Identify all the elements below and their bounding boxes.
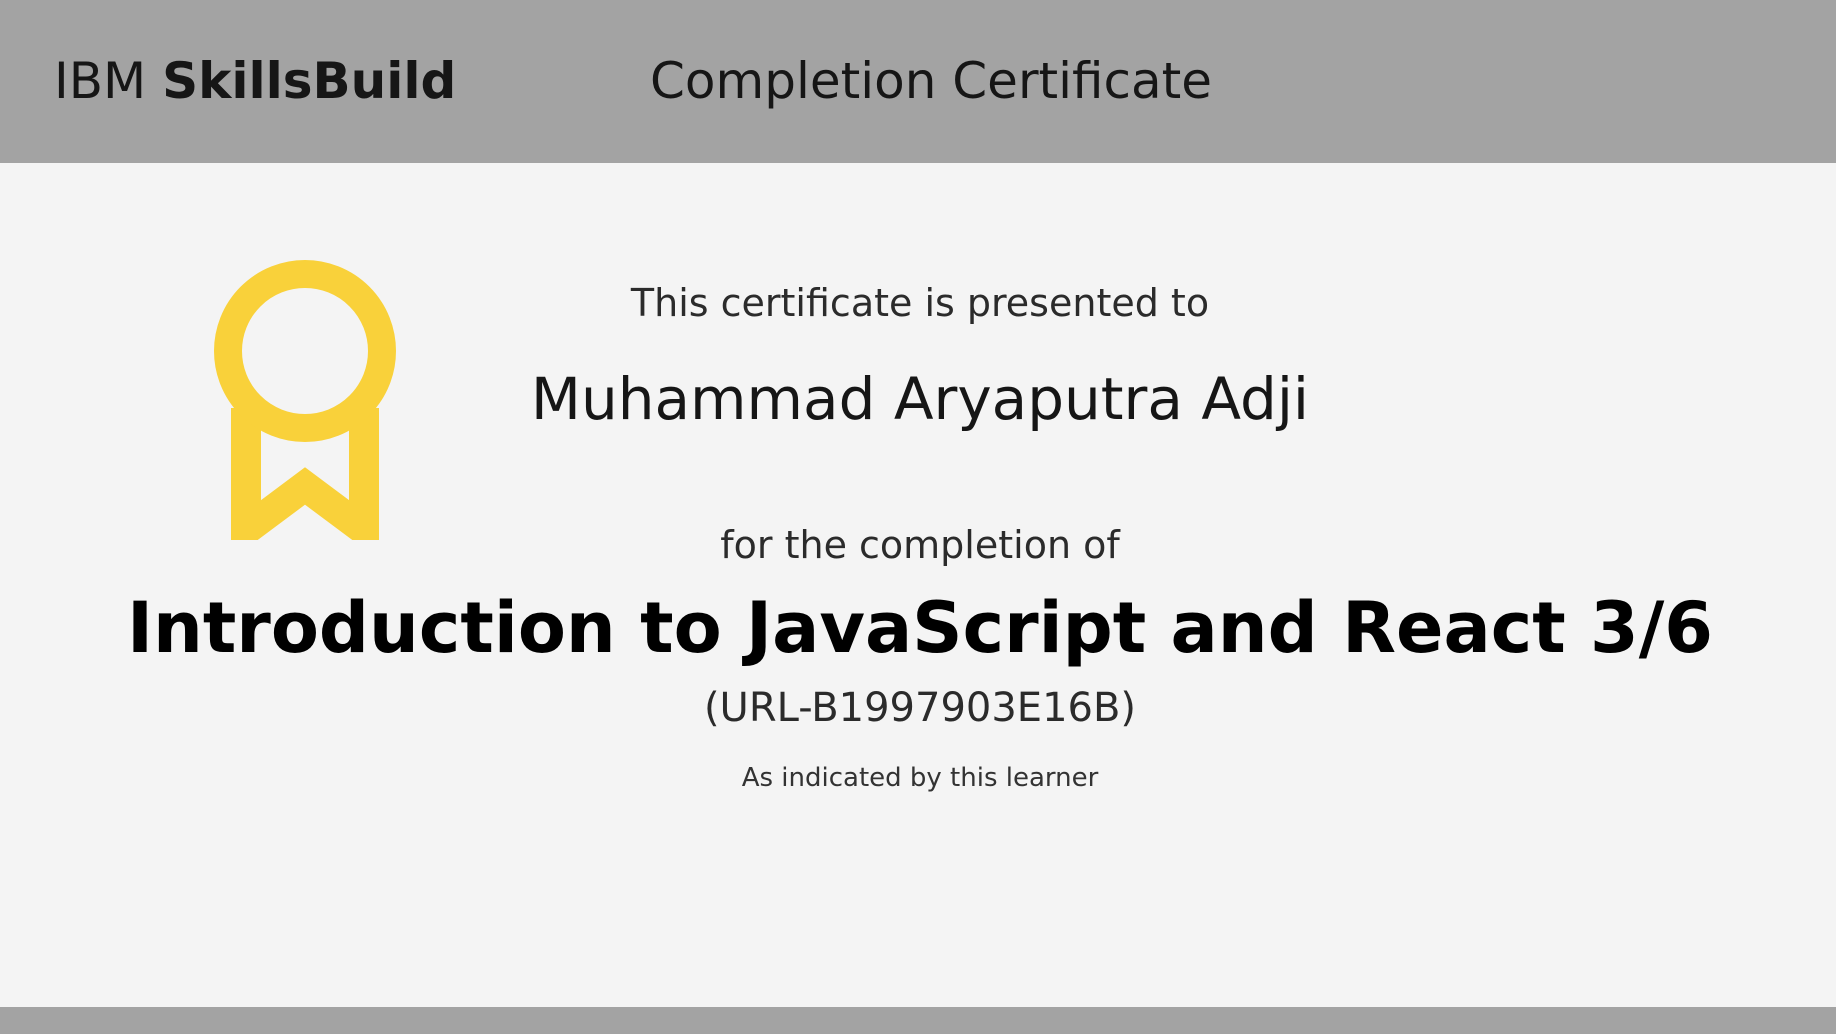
- brand-logo: IBM SkillsBuild: [54, 52, 456, 110]
- course-title: Introduction to JavaScript and React 3/6: [126, 587, 1714, 669]
- completion-label: for the completion of: [720, 523, 1120, 567]
- course-id: (URL-B1997903E16B): [703, 685, 1137, 731]
- recipient-name: Muhammad Aryaputra Adji: [530, 365, 1310, 433]
- header-bar: IBM SkillsBuild Completion Certificate: [0, 0, 1836, 163]
- learner-note: As indicated by this learner: [741, 763, 1099, 793]
- page-title: Completion Certificate: [650, 52, 1212, 110]
- brand-product: SkillsBuild: [162, 52, 457, 110]
- presented-to-label: This certificate is presented to: [630, 281, 1210, 325]
- brand-ibm: IBM: [54, 52, 147, 110]
- certificate-page: IBM SkillsBuild Completion Certificate T…: [0, 0, 1836, 1034]
- footer-bar: [0, 1007, 1836, 1034]
